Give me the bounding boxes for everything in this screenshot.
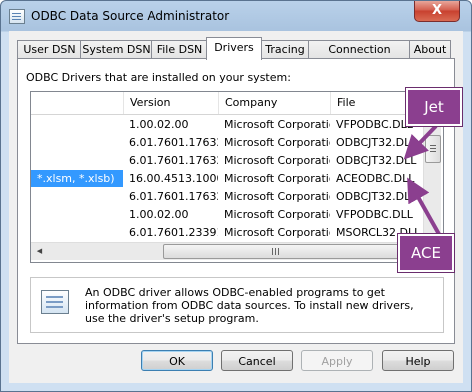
cell-name <box>31 134 123 151</box>
cell-name <box>31 188 123 205</box>
odbc-admin-window: ODBC Data Source Administrator X User DS… <box>0 0 472 392</box>
cancel-button[interactable]: Cancel <box>221 350 293 371</box>
cell-name <box>31 206 123 223</box>
vertical-scroll-thumb[interactable] <box>425 135 441 163</box>
cell-company: Microsoft Corporation <box>224 154 330 167</box>
jet-annotation-label: Jet <box>405 87 463 127</box>
cell-company: Microsoft Corporation <box>224 226 330 239</box>
help-button[interactable]: Help <box>382 350 454 371</box>
cell-version: 6.01.7601.17632 <box>129 136 218 149</box>
close-button[interactable]: X <box>414 1 460 22</box>
tab-tracing[interactable]: Tracing <box>260 40 310 59</box>
odbc-app-icon <box>9 9 25 24</box>
column-header-company[interactable]: Company <box>218 92 330 114</box>
table-row[interactable]: 1.00.02.00Microsoft CorporationVFPODBC.D… <box>31 116 431 133</box>
cell-company: Microsoft Corporation <box>224 172 330 185</box>
tab-user-dsn[interactable]: User DSN <box>17 40 82 59</box>
list-header: Version Company File <box>31 92 431 115</box>
info-text: An ODBC driver allows ODBC-enabled progr… <box>85 286 414 325</box>
cell-company: Microsoft Corporation <box>224 118 330 131</box>
cell-file: ODBCJT32.DLL <box>336 136 417 149</box>
scroll-left-arrow-icon[interactable]: ◀ <box>31 243 48 260</box>
cell-file: ODBCJT32.DLL <box>336 190 417 203</box>
horizontal-scroll-thumb[interactable] <box>163 244 401 259</box>
scroll-grip-icon <box>272 248 273 255</box>
tab-about[interactable]: About <box>409 40 451 59</box>
cell-name <box>31 224 123 241</box>
column-header-name[interactable] <box>31 92 123 114</box>
table-row[interactable]: 6.01.7601.17632 Microsoft Corporation ODBC… <box>31 134 431 151</box>
apply-button[interactable]: Apply <box>301 350 373 371</box>
cell-version: 6.01.7601.23391 <box>129 226 218 239</box>
table-row[interactable]: 6.01.7601.23391Microsoft CorporationMSOR… <box>31 224 431 241</box>
cell-company: Microsoft Corporation <box>224 208 330 221</box>
window-title: ODBC Data Source Administrator <box>31 9 230 23</box>
table-row[interactable]: 6.01.7601.17632 Microsoft Corporation ODBC… <box>31 152 431 169</box>
cell-name <box>31 152 123 169</box>
ok-button[interactable]: OK <box>141 350 213 371</box>
horizontal-scrollbar[interactable]: ◀ ▶ <box>31 242 423 260</box>
tab-drivers[interactable]: Drivers <box>206 37 262 60</box>
cell-company: Microsoft Corporation <box>224 136 330 149</box>
cell-version: 6.01.7601.17632 <box>129 190 218 203</box>
drivers-group-label: ODBC Drivers that are installed on your … <box>26 71 291 84</box>
drivers-tab-panel: ODBC Drivers that are installed on your … <box>17 58 455 344</box>
tab-file-dsn[interactable]: File DSN <box>151 40 208 59</box>
table-row[interactable]: 1.00.02.00 Microsoft Corporation VFPODBC.D… <box>31 206 431 223</box>
tab-connection-pooling[interactable]: Connection Pooling <box>308 40 411 74</box>
cell-name: *.xlsm, *.xlsb) <box>31 170 123 187</box>
table-row[interactable]: *.xlsm, *.xlsb) 16.00.4513.1000 Microsoft … <box>31 170 431 187</box>
cell-file: ACEODBC.DLL <box>336 172 415 185</box>
cell-version: 1.00.02.00 <box>129 118 189 131</box>
driver-info-icon <box>41 290 69 314</box>
title-bar[interactable]: ODBC Data Source Administrator X <box>1 1 471 31</box>
cell-version: 6.01.7601.17632 <box>129 154 218 167</box>
table-row[interactable]: 6.01.7601.17632 Microsoft Corporation ODBC… <box>31 188 431 205</box>
cell-file: ODBCJT32.DLL <box>336 154 417 167</box>
cell-name <box>31 116 123 133</box>
cell-version: 16.00.4513.1000 <box>129 172 218 185</box>
cell-version: 1.00.02.00 <box>129 208 189 221</box>
cell-company: Microsoft Corporation <box>224 190 330 203</box>
cell-file: VFPODBC.DLL <box>336 208 413 221</box>
tab-system-dsn[interactable]: System DSN <box>80 40 153 59</box>
dialog-client-area: User DSN System DSN File DSN Drivers Tra… <box>9 31 463 383</box>
ace-annotation-label: ACE <box>397 233 455 273</box>
drivers-list[interactable]: Version Company File 1.00.02.00 Microsoft… <box>30 91 444 263</box>
info-box: An ODBC driver allows ODBC-enabled progr… <box>30 277 444 333</box>
column-header-version[interactable]: Version <box>123 92 218 114</box>
